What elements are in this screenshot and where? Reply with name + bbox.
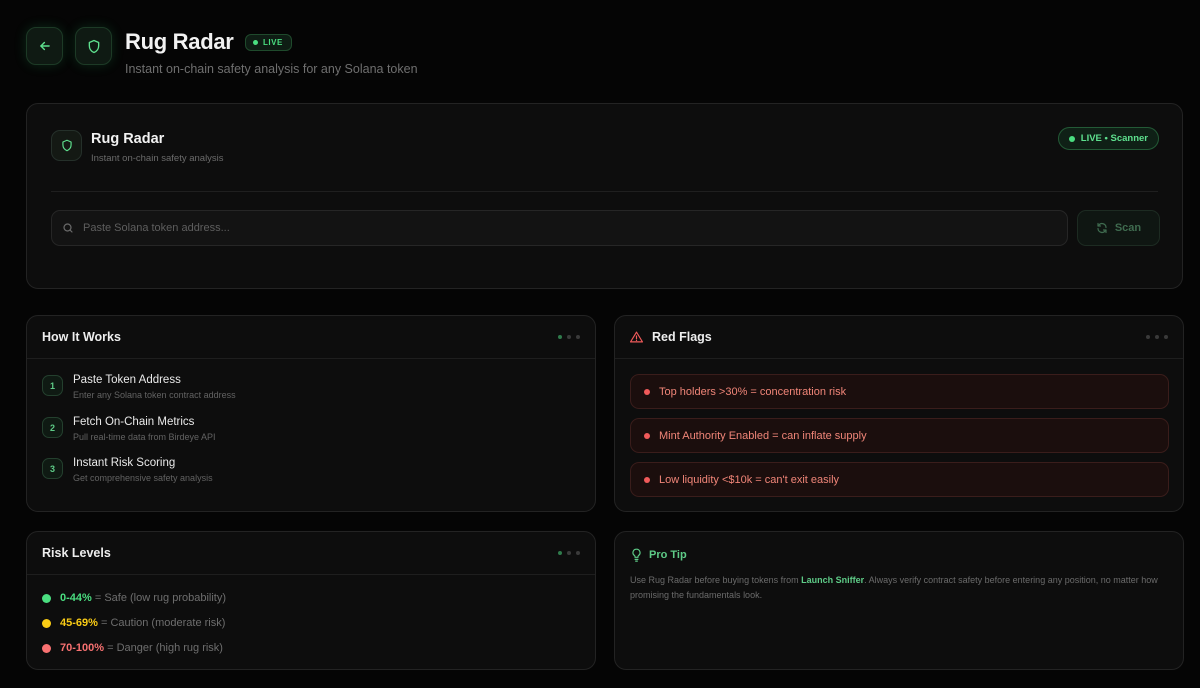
live-dot-icon — [253, 40, 258, 45]
warning-icon — [630, 331, 643, 343]
page-subtitle: Instant on-chain safety analysis for any… — [125, 62, 418, 76]
alert-dot-icon — [644, 388, 650, 395]
live-label: LIVE — [263, 38, 283, 47]
scan-label: Scan — [1114, 222, 1142, 234]
live-badge: LIVE — [245, 34, 292, 51]
scanner-card: Rug Radar Instant on-chain safety analys… — [26, 103, 1183, 289]
pro-tip-title: Pro Tip — [649, 549, 687, 561]
how-it-works-card: How It Works 1 Paste Token Address Enter… — [26, 315, 596, 512]
safe-dot-icon — [42, 593, 51, 603]
more-options-icon[interactable] — [558, 551, 580, 555]
step-number: 2 — [42, 417, 63, 438]
risk-levels-card: Risk Levels 0-44% = Safe (low rug probab… — [26, 531, 596, 670]
scanner-subtitle: Instant on-chain safety analysis — [91, 153, 224, 164]
red-flag-text: Low liquidity <$10k = can't exit easily — [659, 473, 840, 486]
panel-header: How It Works — [27, 316, 595, 359]
arrow-left-icon — [39, 41, 50, 51]
step-number: 1 — [42, 375, 63, 396]
pro-tip-text: Use Rug Radar before buying tokens from … — [630, 573, 1170, 603]
alert-dot-icon — [644, 476, 650, 483]
how-it-works-title: How It Works — [42, 330, 121, 344]
scanner-title: Rug Radar — [91, 131, 165, 147]
red-flag-text: Top holders >30% = concentration risk — [659, 385, 847, 398]
step-description: Get comprehensive safety analysis — [73, 473, 213, 483]
risk-description: = Caution (moderate risk) — [100, 617, 226, 629]
search-bar[interactable] — [51, 210, 1068, 246]
red-flags-card: Red Flags Top holders >30% = concentrati… — [614, 315, 1184, 512]
app-logo — [75, 27, 112, 65]
shield-icon — [61, 139, 72, 152]
risk-levels-title: Risk Levels — [42, 546, 111, 560]
risk-level-safe: 0-44% = Safe (low rug probability) — [42, 592, 226, 604]
step-number: 3 — [42, 458, 63, 479]
danger-dot-icon — [42, 643, 51, 653]
risk-description: = Safe (low rug probability) — [94, 592, 227, 604]
red-flag-text: Mint Authority Enabled = can inflate sup… — [659, 429, 867, 442]
more-options-icon[interactable] — [558, 335, 580, 339]
more-options-icon[interactable] — [1146, 335, 1168, 339]
divider — [51, 191, 1158, 192]
red-flag-item: Mint Authority Enabled = can inflate sup… — [630, 418, 1169, 453]
back-button[interactable] — [26, 27, 63, 65]
risk-range: 0-44% — [60, 592, 92, 604]
step-description: Pull real-time data from Birdeye API — [73, 432, 216, 442]
risk-level-danger: 70-100% = Danger (high rug risk) — [42, 642, 223, 654]
risk-range: 45-69% — [60, 617, 98, 629]
red-flags-title: Red Flags — [652, 330, 712, 344]
scanner-status-badge: LIVE • Scanner — [1057, 127, 1159, 150]
lightbulb-icon — [632, 548, 641, 562]
risk-level-caution: 45-69% = Caution (moderate risk) — [42, 617, 225, 629]
risk-description: = Danger (high rug risk) — [107, 642, 223, 654]
shield-icon — [88, 39, 99, 53]
page-title: Rug Radar — [125, 29, 234, 54]
pro-tip-text-start: Use Rug Radar before buying tokens from — [630, 575, 802, 585]
search-icon — [63, 223, 73, 233]
step-title: Paste Token Address — [73, 374, 181, 386]
alert-dot-icon — [644, 432, 650, 439]
panel-header: Red Flags — [615, 316, 1183, 359]
pro-tip-card: Pro Tip Use Rug Radar before buying toke… — [614, 531, 1184, 670]
caution-dot-icon — [42, 618, 51, 628]
step-description: Enter any Solana token contract address — [73, 390, 236, 400]
red-flag-item: Top holders >30% = concentration risk — [630, 374, 1169, 409]
scan-button[interactable]: Scan — [1077, 210, 1160, 246]
status-dot-icon — [1068, 135, 1075, 142]
risk-range: 70-100% — [60, 642, 105, 654]
red-flag-item: Low liquidity <$10k = can't exit easily — [630, 462, 1169, 497]
scanner-status-label: LIVE • Scanner — [1080, 133, 1148, 144]
refresh-icon — [1097, 222, 1107, 234]
scanner-logo — [51, 130, 82, 161]
token-address-input[interactable] — [83, 222, 983, 234]
step-title: Fetch On-Chain Metrics — [73, 416, 195, 428]
step-title: Instant Risk Scoring — [73, 457, 176, 469]
launch-sniffer-link[interactable]: Launch Sniffer — [801, 575, 864, 585]
panel-header: Risk Levels — [27, 532, 595, 575]
